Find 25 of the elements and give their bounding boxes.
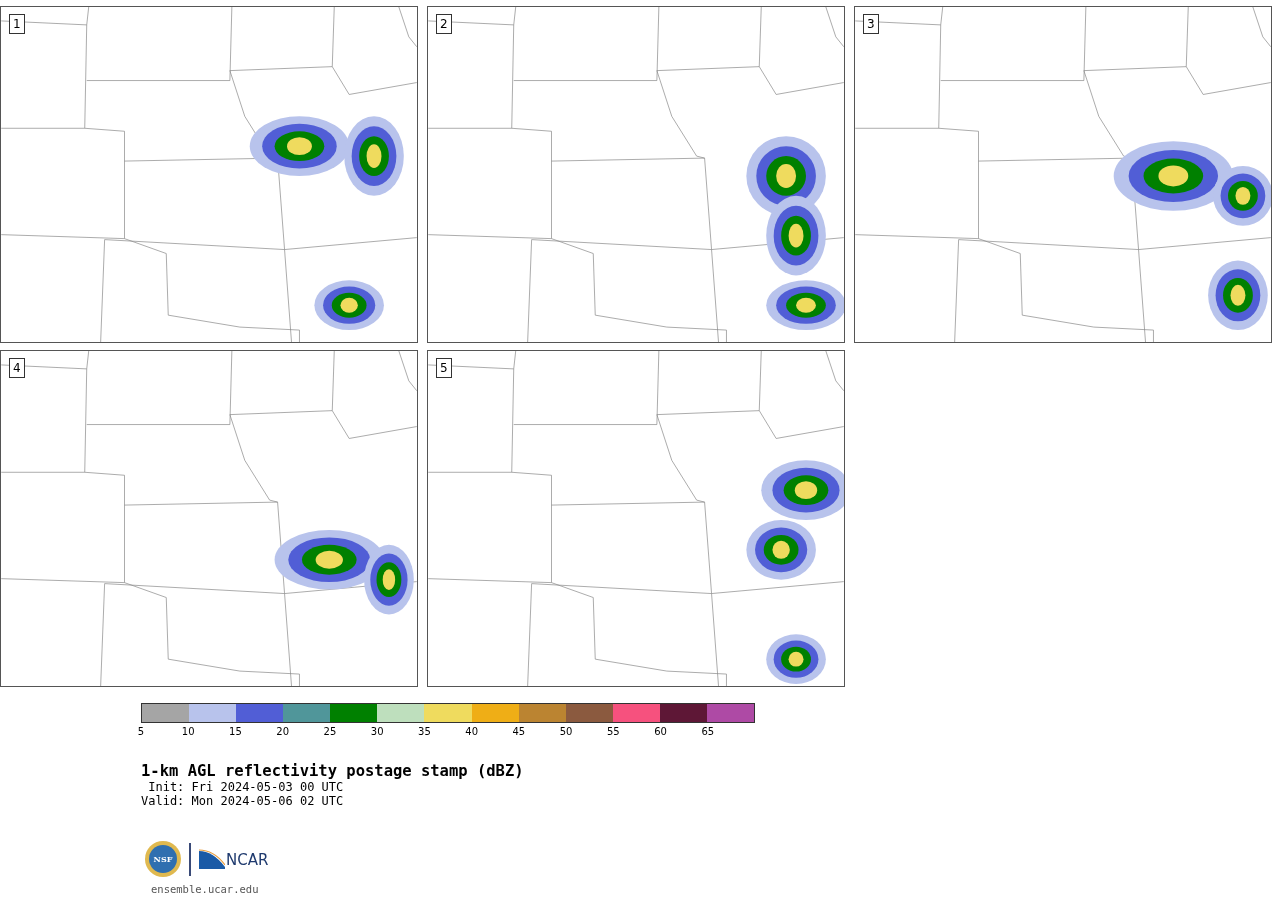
scale-tick-label: 15 [229, 726, 242, 738]
scale-tick-label: 50 [559, 726, 573, 738]
panel-number: 1 [9, 14, 25, 34]
chart-title: 1-km AGL reflectivity postage stamp (dBZ) [141, 762, 525, 780]
scale-tick-label: 25 [323, 726, 337, 738]
scale-tick-label: 5 [137, 726, 145, 738]
scale-tick-label: 20 [276, 726, 290, 738]
nsf-logo-text: NSF [153, 853, 173, 865]
panel-number: 2 [436, 14, 452, 34]
valid-time-text: Valid: Mon 2024-05-06 02 UTC [141, 794, 345, 808]
ncar-logo-icon [199, 849, 225, 869]
scale-tick-label: 10 [181, 726, 195, 738]
website-url: ensemble.ucar.edu [151, 883, 260, 895]
scale-tick-label: 60 [654, 726, 667, 738]
panel-number: 3 [863, 14, 879, 34]
panel-number: 4 [9, 358, 25, 378]
scale-tick-label: 55 [607, 726, 620, 738]
scale-tick-label: 45 [512, 726, 526, 738]
ncar-logo-text: NCAR [226, 852, 269, 869]
scale-tick-label: 35 [418, 726, 431, 738]
panel-number: 5 [436, 358, 452, 378]
init-time-text: Init: Fri 2024-05-03 00 UTC [147, 780, 345, 794]
scale-tick-label: 40 [465, 726, 478, 738]
scale-tick-label: 30 [370, 726, 384, 738]
scale-tick-label: 65 [701, 726, 715, 738]
